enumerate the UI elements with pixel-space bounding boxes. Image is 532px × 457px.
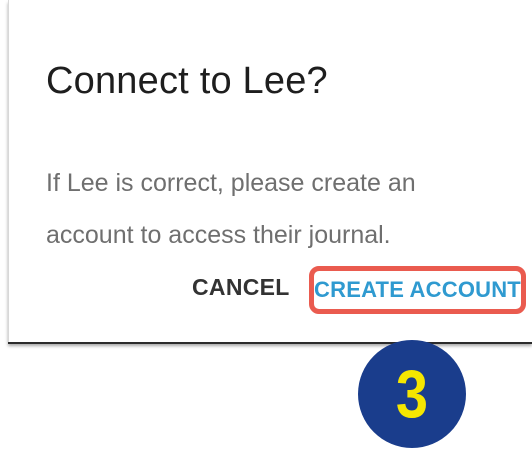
- dialog-divider: [8, 342, 532, 344]
- connect-dialog: Connect to Lee? If Lee is correct, pleas…: [8, 0, 532, 343]
- dialog-title: Connect to Lee?: [46, 60, 328, 102]
- dialog-message: If Lee is correct, please create an acco…: [46, 169, 416, 249]
- create-account-button[interactable]: CREATE ACCOUNT: [309, 266, 526, 314]
- create-account-label: CREATE ACCOUNT: [314, 277, 521, 302]
- cancel-button[interactable]: CANCEL: [192, 274, 290, 301]
- step-number: 3: [395, 356, 429, 432]
- screenshot-stage: Connect to Lee? If Lee is correct, pleas…: [0, 0, 532, 457]
- step-number-badge: 3: [358, 340, 466, 448]
- dialog-actions: CANCEL CREATE ACCOUNT: [9, 266, 532, 316]
